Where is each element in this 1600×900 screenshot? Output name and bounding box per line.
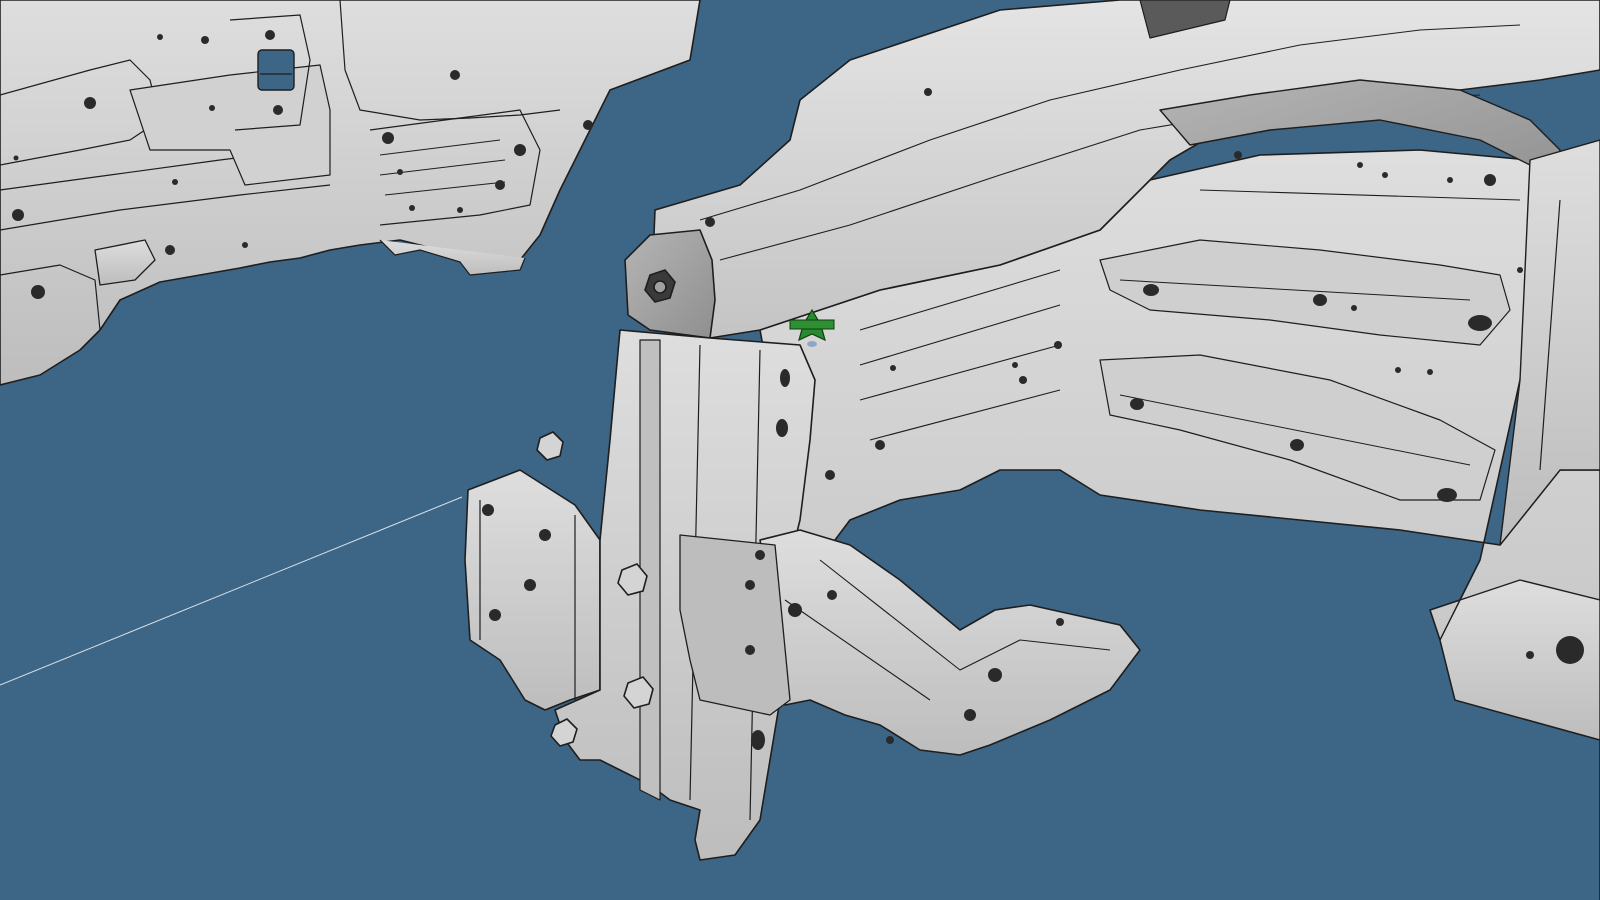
vehicle-body-3d-model[interactable] <box>0 0 1600 900</box>
cad-viewport[interactable] <box>0 0 1600 900</box>
